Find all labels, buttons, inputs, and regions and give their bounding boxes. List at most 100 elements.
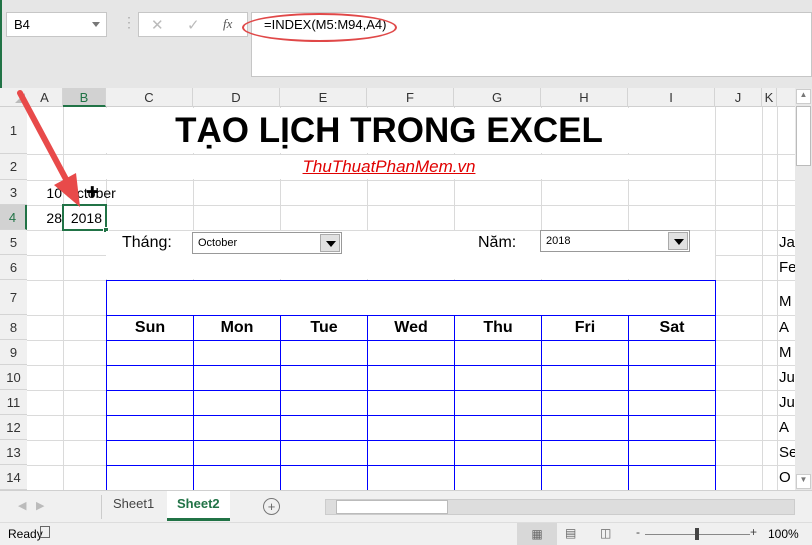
calendar-day-cell[interactable] [193, 465, 281, 491]
column-header-i[interactable]: I [628, 88, 715, 107]
tab-next-icon[interactable]: ▶ [36, 499, 44, 512]
calendar-day-cell[interactable] [541, 390, 629, 416]
chevron-down-icon[interactable] [668, 232, 688, 250]
weekday-tue[interactable]: Tue [280, 315, 368, 341]
calendar-day-cell[interactable] [106, 440, 194, 466]
add-sheet-icon[interactable]: + [263, 498, 280, 515]
zoom-level[interactable]: 100% [768, 527, 799, 541]
zoom-slider-thumb[interactable] [695, 528, 699, 540]
month-list-item[interactable]: A [779, 415, 795, 440]
name-box[interactable]: B4 [6, 12, 107, 37]
calendar-day-cell[interactable] [193, 415, 281, 441]
calendar-day-cell[interactable] [541, 365, 629, 391]
month-list-item[interactable]: Se [779, 440, 795, 465]
column-header-k[interactable]: K [762, 88, 777, 107]
month-list-item[interactable]: M [779, 280, 795, 315]
calendar-day-cell[interactable] [541, 415, 629, 441]
calendar-day-cell[interactable] [193, 340, 281, 366]
calendar-day-cell[interactable] [367, 365, 455, 391]
calendar-day-cell[interactable] [280, 440, 368, 466]
horizontal-scrollbar[interactable] [325, 499, 795, 515]
row-header-11[interactable]: 11 [0, 390, 27, 415]
calendar-day-cell[interactable] [541, 465, 629, 491]
calendar-day-cell[interactable] [454, 415, 542, 441]
vertical-scrollbar[interactable]: ▲ ▼ [795, 88, 812, 490]
calendar-day-cell[interactable] [628, 390, 716, 416]
calendar-day-cell[interactable] [367, 440, 455, 466]
column-header-d[interactable]: D [193, 88, 280, 107]
month-list-item[interactable]: Ju [779, 365, 795, 390]
calendar-day-cell[interactable] [454, 365, 542, 391]
page-layout-icon[interactable]: ▤ [565, 526, 576, 540]
zoom-in-icon[interactable]: + [750, 525, 757, 539]
column-header-h[interactable]: H [541, 88, 628, 107]
calendar-day-cell[interactable] [541, 440, 629, 466]
row-header-5[interactable]: 5 [0, 230, 27, 255]
calendar-day-cell[interactable] [367, 415, 455, 441]
month-list-item[interactable]: Fe [779, 255, 795, 280]
calendar-day-cell[interactable] [628, 340, 716, 366]
chevron-down-icon[interactable] [92, 22, 100, 27]
column-header-f[interactable]: F [367, 88, 454, 107]
tab-prev-icon[interactable]: ◀ [18, 499, 26, 512]
calendar-day-cell[interactable] [367, 390, 455, 416]
calendar-day-cell[interactable] [454, 440, 542, 466]
calendar-day-cell[interactable] [454, 390, 542, 416]
year-dropdown[interactable]: 2018 [540, 230, 690, 252]
tab-sheet2[interactable]: Sheet2 [167, 491, 230, 521]
row-header-7[interactable]: 7 [0, 280, 27, 315]
calendar-day-cell[interactable] [541, 340, 629, 366]
calendar-day-cell[interactable] [106, 340, 194, 366]
weekday-sun[interactable]: Sun [106, 315, 194, 341]
scroll-down-icon[interactable]: ▼ [796, 474, 811, 489]
calendar-header-cell[interactable] [106, 280, 716, 316]
calendar-day-cell[interactable] [628, 365, 716, 391]
insert-function-icon[interactable]: fx [223, 16, 232, 32]
row-header-14[interactable]: 14 [0, 465, 27, 490]
title-cell[interactable]: TẠO LỊCH TRONG EXCEL [64, 108, 714, 153]
row-header-9[interactable]: 9 [0, 340, 27, 365]
calendar-day-cell[interactable] [106, 465, 194, 491]
calendar-day-cell[interactable] [280, 340, 368, 366]
calendar-day-cell[interactable] [193, 440, 281, 466]
month-list-item[interactable]: M [779, 340, 795, 365]
calendar-day-cell[interactable] [367, 340, 455, 366]
row-header-8[interactable]: 8 [0, 315, 27, 340]
month-list-item[interactable]: O [779, 465, 795, 490]
row-header-12[interactable]: 12 [0, 415, 27, 440]
calendar-day-cell[interactable] [106, 365, 194, 391]
month-list-item[interactable]: A [779, 315, 795, 340]
weekday-wed[interactable]: Wed [367, 315, 455, 341]
enter-icon[interactable]: ✓ [187, 16, 200, 34]
scroll-thumb[interactable] [796, 106, 811, 166]
calendar-day-cell[interactable] [280, 465, 368, 491]
month-list-item[interactable]: Ju [779, 390, 795, 415]
month-dropdown[interactable]: October [192, 232, 342, 254]
row-header-10[interactable]: 10 [0, 365, 27, 390]
calendar-day-cell[interactable] [628, 415, 716, 441]
row-header-6[interactable]: 6 [0, 255, 27, 280]
calendar-day-cell[interactable] [106, 415, 194, 441]
subtitle-cell[interactable]: ThuThuatPhanMem.vn [64, 155, 714, 179]
chevron-down-icon[interactable] [320, 234, 340, 252]
row-header-13[interactable]: 13 [0, 440, 27, 465]
column-header-g[interactable]: G [454, 88, 541, 107]
calendar-day-cell[interactable] [106, 390, 194, 416]
calendar-day-cell[interactable] [454, 465, 542, 491]
tab-sheet1[interactable]: Sheet1 [103, 491, 164, 521]
calendar-day-cell[interactable] [193, 390, 281, 416]
column-header-e[interactable]: E [280, 88, 367, 107]
calendar-day-cell[interactable] [628, 440, 716, 466]
calendar-day-cell[interactable] [367, 465, 455, 491]
calendar-day-cell[interactable] [280, 365, 368, 391]
calendar-day-cell[interactable] [193, 365, 281, 391]
month-list-item[interactable]: Ja [779, 230, 795, 255]
calendar-day-cell[interactable] [454, 340, 542, 366]
weekday-mon[interactable]: Mon [193, 315, 281, 341]
weekday-fri[interactable]: Fri [541, 315, 629, 341]
column-header-c[interactable]: C [106, 88, 193, 107]
zoom-out-icon[interactable]: - [636, 525, 640, 539]
macro-record-icon[interactable] [40, 526, 50, 538]
normal-view-icon[interactable]: ▦ [517, 523, 557, 545]
calendar-day-cell[interactable] [628, 465, 716, 491]
